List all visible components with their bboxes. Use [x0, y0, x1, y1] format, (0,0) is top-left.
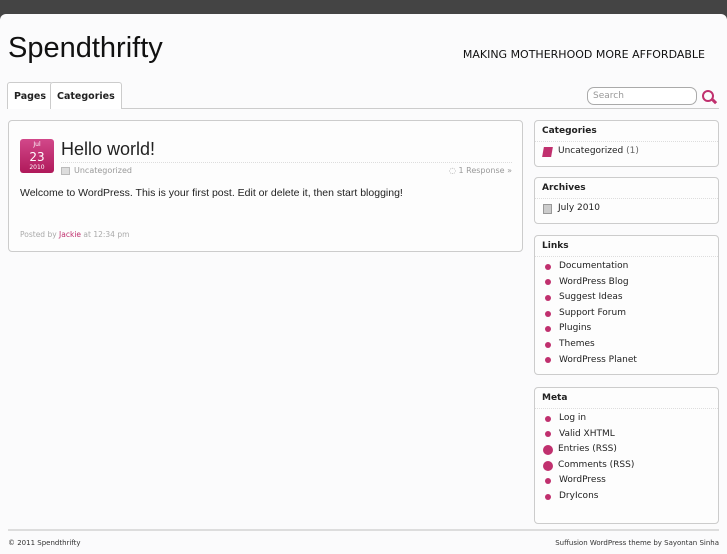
bullet-icon [545, 493, 551, 500]
comment-icon: ◌ [448, 166, 459, 175]
folder-icon [61, 166, 70, 175]
meta-item[interactable]: Valid XHTML [559, 427, 615, 443]
footer-copyright: © 2011 Spendthrifty [8, 539, 81, 547]
widget-title: Links [535, 236, 718, 257]
meta-item[interactable]: Log in [559, 411, 586, 427]
link-item[interactable]: Suggest Ideas [559, 290, 623, 306]
post-category[interactable]: Uncategorized [74, 166, 132, 175]
bullet-icon [545, 415, 551, 422]
post-title[interactable]: Hello world! [61, 139, 155, 160]
bullet-icon [545, 263, 551, 270]
bullet-icon [545, 431, 551, 438]
page: Spendthrifty MAKING MOTHERHOOD MORE AFFO… [0, 14, 727, 554]
author-link[interactable]: Jackie [59, 230, 81, 239]
bullet-icon [545, 279, 551, 286]
bullet-icon [545, 478, 551, 485]
search-input[interactable]: Search [587, 87, 697, 105]
site-title[interactable]: Spendthrifty [8, 32, 163, 65]
widget-meta: Meta Log in Valid XHTML Entries (RSS) Co… [534, 387, 719, 524]
meta-item[interactable]: DryIcons [559, 489, 598, 505]
meta-item[interactable]: Comments (RSS) [558, 458, 634, 474]
date-year: 2010 [29, 164, 45, 171]
link-item[interactable]: WordPress Blog [559, 275, 629, 291]
post-meta: Uncategorized ◌ 1 Response » [61, 162, 512, 175]
link-item[interactable]: Documentation [559, 259, 628, 275]
rss-icon [543, 460, 553, 471]
rss-icon [543, 444, 553, 455]
widget-title: Meta [535, 388, 718, 409]
link-item[interactable]: Plugins [559, 321, 591, 337]
category-count: (1) [626, 146, 639, 156]
search-icon[interactable] [702, 90, 714, 102]
category-icon [542, 146, 553, 157]
link-item[interactable]: Support Forum [559, 306, 626, 322]
post-byline: Posted by Jackie at 12:34 pm [20, 230, 129, 239]
tab-pages[interactable]: Pages [7, 82, 54, 109]
widget-title: Categories [535, 121, 718, 142]
meta-item[interactable]: WordPress [559, 473, 606, 489]
widget-categories: Categories Uncategorized (1) [534, 120, 719, 167]
widget-title: Archives [535, 178, 718, 199]
site-tagline: MAKING MOTHERHOOD MORE AFFORDABLE [462, 48, 705, 61]
link-item[interactable]: Themes [559, 337, 595, 353]
bullet-icon [545, 357, 551, 364]
meta-item[interactable]: Entries (RSS) [558, 442, 617, 458]
post-body: Welcome to WordPress. This is your first… [20, 187, 403, 199]
date-day: 23 [29, 150, 45, 164]
tab-categories[interactable]: Categories [50, 82, 122, 109]
bullet-icon [545, 294, 551, 301]
category-link[interactable]: Uncategorized [558, 144, 623, 160]
widget-links: Links Documentation WordPress Blog Sugge… [534, 235, 719, 375]
calendar-icon [543, 203, 552, 214]
link-item[interactable]: WordPress Planet [559, 353, 637, 369]
posted-by-label: Posted by [20, 230, 57, 239]
footer: © 2011 Spendthrifty Suffusion WordPress … [8, 529, 719, 547]
bullet-icon [545, 341, 551, 348]
bullet-icon [545, 326, 551, 333]
archive-link[interactable]: July 2010 [558, 201, 600, 217]
date-month: Jul [33, 141, 41, 148]
responses-link[interactable]: 1 Response » [459, 166, 513, 175]
bullet-icon [545, 310, 551, 317]
post-time: at 12:34 pm [83, 230, 130, 239]
footer-credit[interactable]: Suffusion WordPress theme by Sayontan Si… [555, 539, 719, 547]
date-badge: Jul 23 2010 [20, 139, 54, 173]
post: Jul 23 2010 Hello world! Uncategorized ◌… [8, 120, 523, 252]
widget-archives: Archives July 2010 [534, 177, 719, 224]
